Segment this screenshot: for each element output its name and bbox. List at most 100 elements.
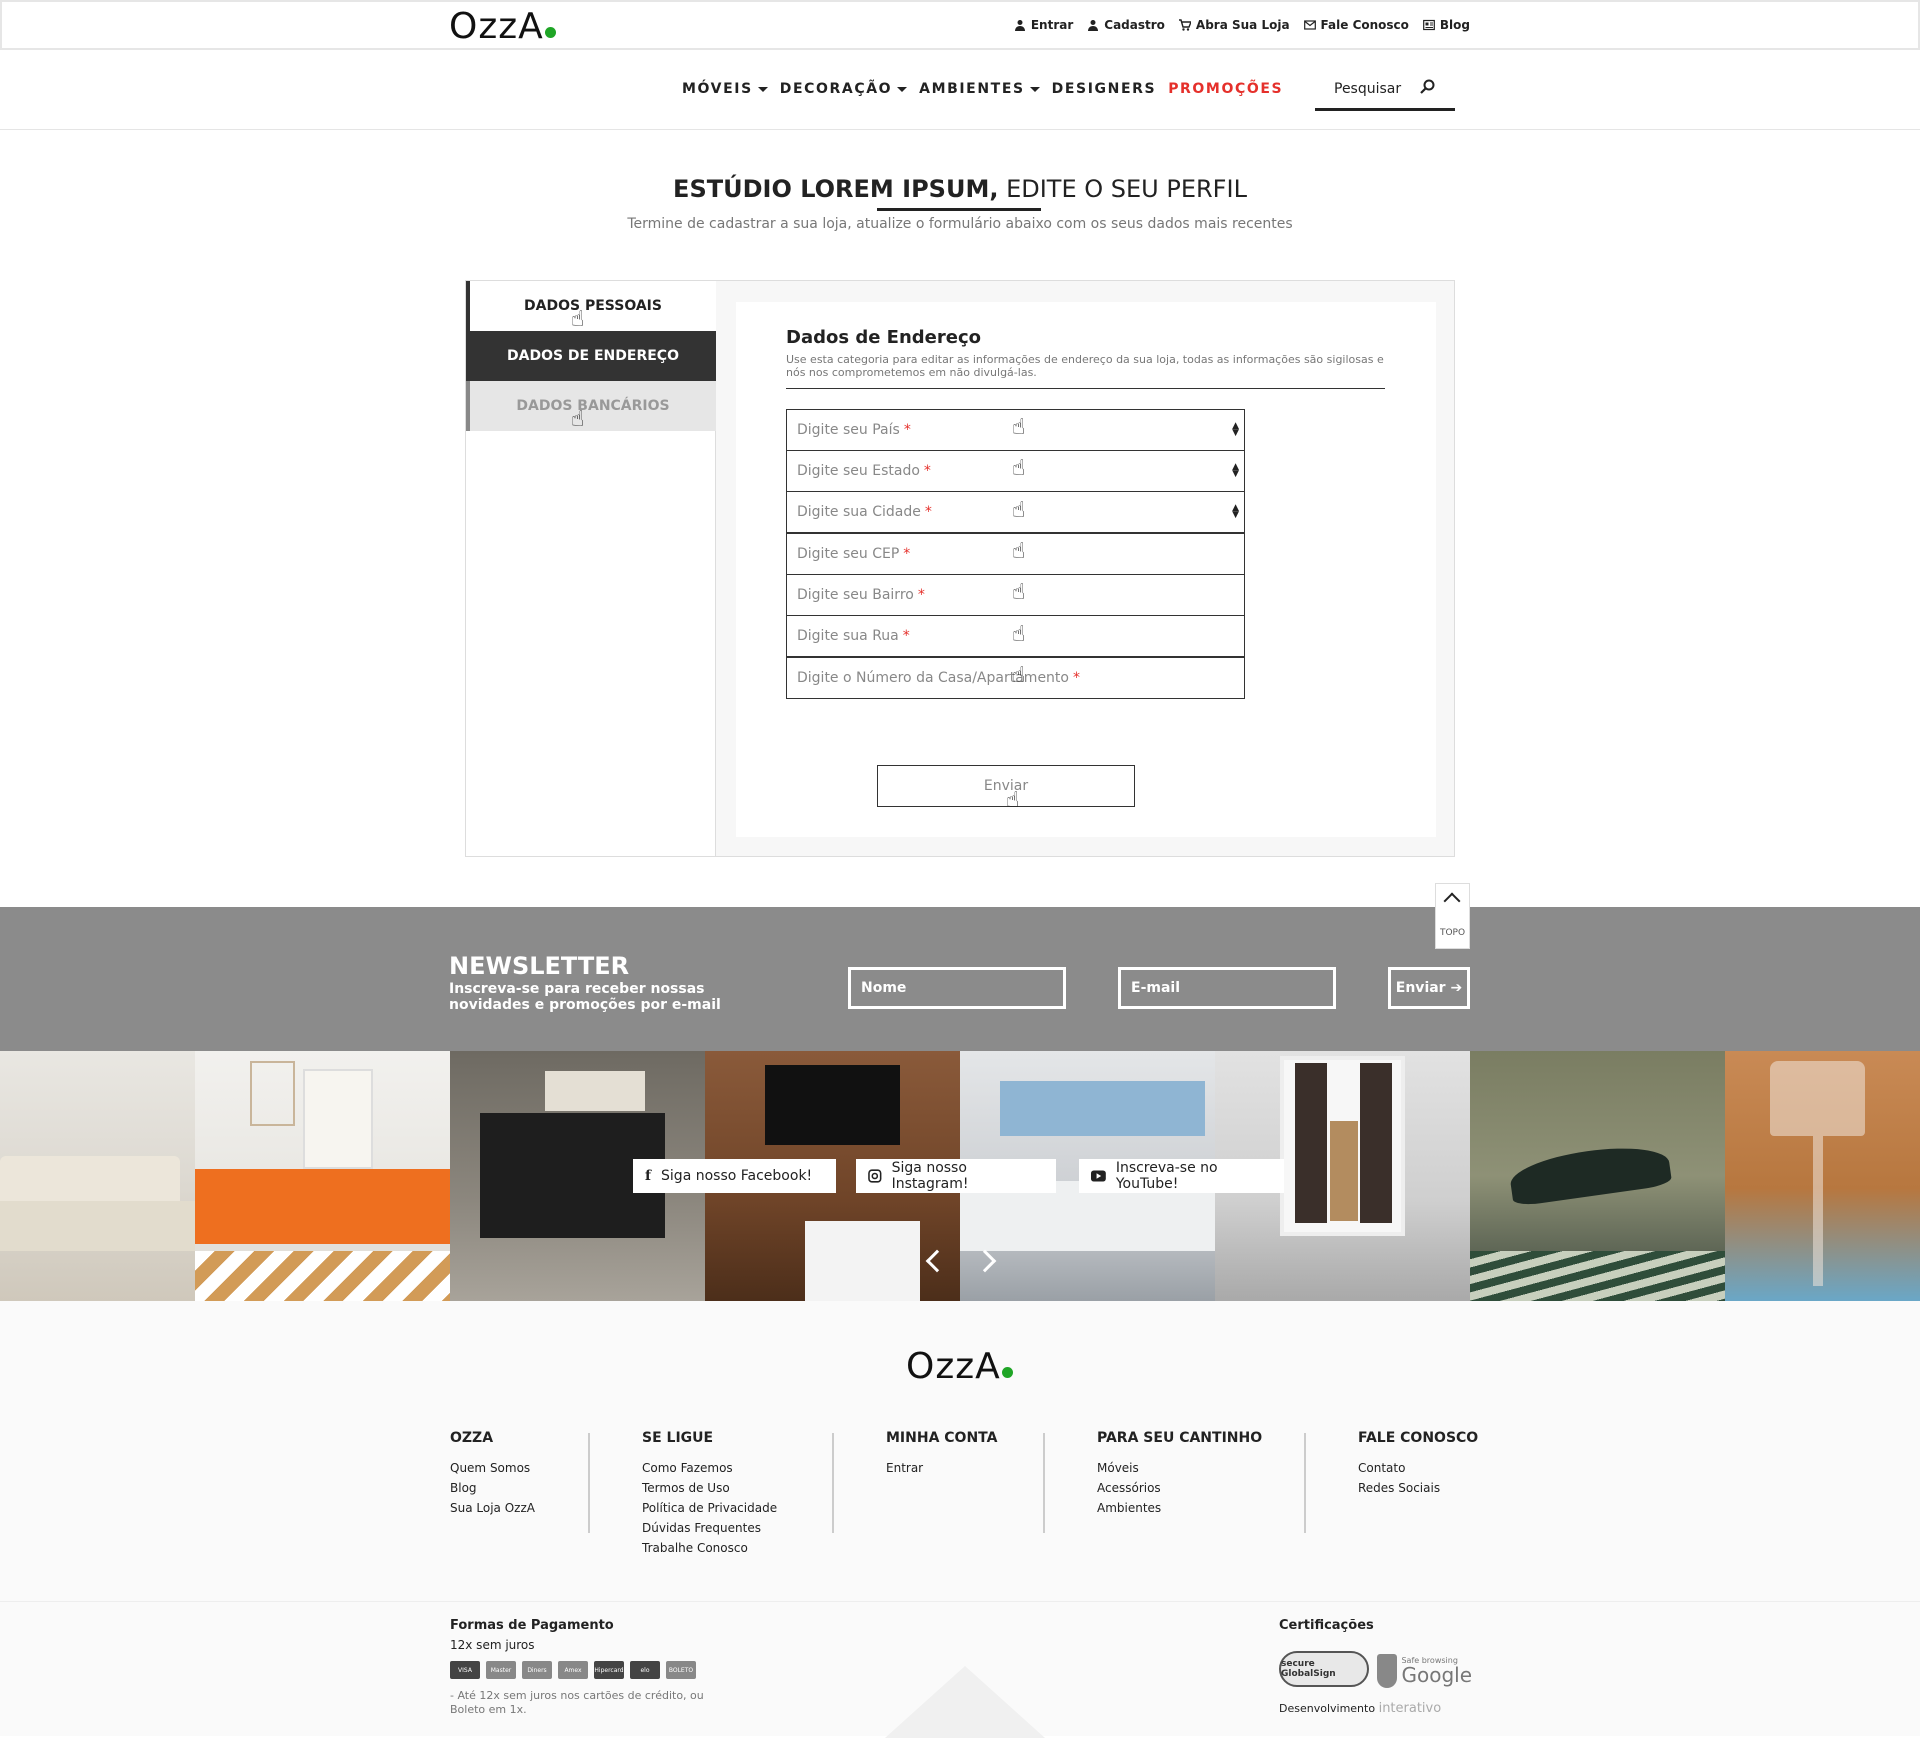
footer-link[interactable]: Sua Loja OzzA <box>450 1498 535 1518</box>
footer-divider <box>588 1433 590 1533</box>
field-placeholder: E-mail <box>1131 980 1181 996</box>
address-form: Dados de Endereço Use esta categoria par… <box>736 302 1436 837</box>
nav-label: DESIGNERS <box>1051 81 1157 97</box>
instagram-link[interactable]: Siga nosso Instagram! <box>856 1159 1056 1193</box>
footer-link[interactable]: Política de Privacidade <box>642 1498 777 1518</box>
footer-column-ozza: OZZA Quem Somos Blog Sua Loja OzzA <box>450 1428 535 1518</box>
page-subtitle: Termine de cadastrar a sua loja, atualiz… <box>627 216 1293 232</box>
select-arrows-icon: ▲ ▼ <box>1232 421 1239 438</box>
top-link-entrar[interactable]: Entrar <box>1014 18 1073 32</box>
nav-label: PROMOÇÕES <box>1168 81 1284 97</box>
nav-item-ambientes[interactable]: AMBIENTES <box>919 81 1040 97</box>
shield-icon <box>1377 1654 1398 1688</box>
footer-column-title: FALE CONOSCO <box>1358 1430 1479 1446</box>
facebook-link[interactable]: f Siga nosso Facebook! <box>633 1159 836 1193</box>
footer-column-minha-conta: MINHA CONTA Entrar <box>886 1428 997 1478</box>
amex-card-icon: Amex <box>558 1661 588 1679</box>
footer-link[interactable]: Quem Somos <box>450 1458 535 1478</box>
logo[interactable]: OzzA <box>449 6 556 47</box>
facebook-icon: f <box>645 1168 652 1184</box>
footer-link[interactable]: Móveis <box>1097 1458 1262 1478</box>
hand-cursor-icon: ☝ <box>1012 415 1026 440</box>
top-link-blog[interactable]: Blog <box>1423 18 1470 32</box>
user-icon <box>1014 20 1025 31</box>
dev-label: Desenvolvimento <box>1279 1702 1376 1715</box>
footer-column-se-ligue: SE LIGUE Como Fazemos Termos de Uso Polí… <box>642 1428 777 1558</box>
tab-label: DADOS BANCÁRIOS <box>516 398 670 414</box>
seal-text: Safe browsing Google <box>1401 1657 1472 1686</box>
back-to-top-button[interactable]: TOPO <box>1435 883 1470 949</box>
tab-label: DADOS DE ENDEREÇO <box>507 348 679 364</box>
footer-column-fale-conosco: FALE CONOSCO Contato Redes Sociais <box>1358 1428 1478 1498</box>
payment-subtitle: 12x sem juros <box>450 1638 535 1652</box>
footer-link[interactable]: Termos de Uso <box>642 1478 777 1498</box>
field-placeholder: Digite o Número da Casa/Apartamento <box>797 670 1069 686</box>
top-link-label: Entrar <box>1030 18 1074 32</box>
nav-item-designers[interactable]: DESIGNERS <box>1052 81 1157 97</box>
field-placeholder: Digite seu Estado <box>797 463 920 479</box>
top-link-cadastro[interactable]: Cadastro <box>1087 18 1165 32</box>
footer-link[interactable]: Acessórios <box>1097 1478 1262 1498</box>
gallery-image-lamp <box>1725 1051 1920 1301</box>
top-link-fale-conosco[interactable]: Fale Conosco <box>1303 18 1409 32</box>
footer-link[interactable]: Trabalhe Conosco <box>642 1538 777 1558</box>
footer-link[interactable]: Ambientes <box>1097 1498 1262 1518</box>
search-label: Pesquisar <box>1334 81 1402 97</box>
dev-brand[interactable]: interativo <box>1379 1701 1442 1716</box>
newsletter-title: NEWSLETTER <box>449 952 630 980</box>
decorative-triangle <box>885 1666 1045 1738</box>
newsletter-submit-button[interactable]: Enviar ➔ <box>1388 967 1470 1009</box>
search-icon[interactable] <box>1419 79 1435 95</box>
tab-label: DADOS PESSOAIS <box>524 298 662 314</box>
caret-down-icon <box>1029 86 1040 92</box>
newsletter-name-input[interactable]: Nome <box>848 967 1066 1009</box>
nav-label: MÓVEIS <box>682 81 753 97</box>
required-mark: * <box>903 546 911 562</box>
payment-title: Formas de Pagamento <box>450 1618 614 1633</box>
tab-dados-bancarios[interactable]: DADOS BANCÁRIOS <box>466 381 716 431</box>
top-links: Entrar Cadastro Abra Sua Loja Fale Conos… <box>1014 18 1470 32</box>
required-mark: * <box>924 504 932 520</box>
hand-cursor-icon: ☝ <box>1012 456 1026 481</box>
youtube-link[interactable]: Inscreva-se no YouTube! <box>1079 1159 1284 1193</box>
footer-link[interactable]: Redes Sociais <box>1358 1478 1478 1498</box>
footer-logo[interactable]: OzzA <box>906 1346 1013 1387</box>
logo-dot <box>1001 1367 1013 1378</box>
google-safe-browsing-seal: Safe browsing Google <box>1377 1651 1472 1691</box>
newsletter-email-input[interactable]: E-mail <box>1118 967 1336 1009</box>
instagram-icon <box>868 1169 882 1183</box>
elo-card-icon: elo <box>630 1661 660 1679</box>
category-menu: MÓVEIS DECORAÇÃO AMBIENTES DESIGNERS PRO… <box>682 81 1283 97</box>
top-link-label: Abra Sua Loja <box>1195 18 1290 32</box>
diners-card-icon: Diners <box>522 1661 552 1679</box>
tab-dados-de-endereco[interactable]: DADOS DE ENDEREÇO <box>466 331 716 381</box>
nav-label: AMBIENTES <box>919 81 1025 97</box>
hand-cursor-icon: ☝ <box>571 307 585 332</box>
nav-item-promocoes[interactable]: PROMOÇÕES <box>1168 81 1283 97</box>
footer-column-para-seu-cantinho: PARA SEU CANTINHO Móveis Acessórios Ambi… <box>1097 1428 1262 1518</box>
nav-item-moveis[interactable]: MÓVEIS <box>682 81 768 97</box>
footer-link[interactable]: Contato <box>1358 1458 1478 1478</box>
footer-link[interactable]: Blog <box>450 1478 535 1498</box>
newsletter-section: NEWSLETTER Inscreva-se para receber noss… <box>0 907 1920 1051</box>
cart-icon <box>1178 19 1191 31</box>
field-placeholder: Digite seu País <box>797 422 900 438</box>
top-link-abra-sua-loja[interactable]: Abra Sua Loja <box>1178 18 1290 32</box>
profile-tabs: DADOS PESSOAIS DADOS DE ENDEREÇO DADOS B… <box>466 281 716 856</box>
top-link-label: Fale Conosco <box>1320 18 1409 32</box>
mastercard-icon: Master <box>486 1661 516 1679</box>
footer-link[interactable]: Entrar <box>886 1458 997 1478</box>
field-placeholder: Nome <box>861 980 907 996</box>
form-description: Use esta categoria para editar as inform… <box>786 353 1384 379</box>
mail-icon <box>1303 20 1316 30</box>
top-link-label: Cadastro <box>1104 18 1165 32</box>
footer-link[interactable]: Como Fazemos <box>642 1458 777 1478</box>
instagram-label: Siga nosso Instagram! <box>891 1160 969 1192</box>
nav-item-decoracao[interactable]: DECORAÇÃO <box>780 81 908 97</box>
visa-card-icon: VISA <box>450 1661 480 1679</box>
search-box[interactable]: Pesquisar <box>1315 77 1455 111</box>
tab-dados-pessoais[interactable]: DADOS PESSOAIS <box>466 281 716 331</box>
facebook-label: Siga nosso Facebook! <box>661 1168 813 1184</box>
hand-cursor-icon: ☝ <box>571 407 585 432</box>
footer-link[interactable]: Dúvidas Frequentes <box>642 1518 777 1538</box>
